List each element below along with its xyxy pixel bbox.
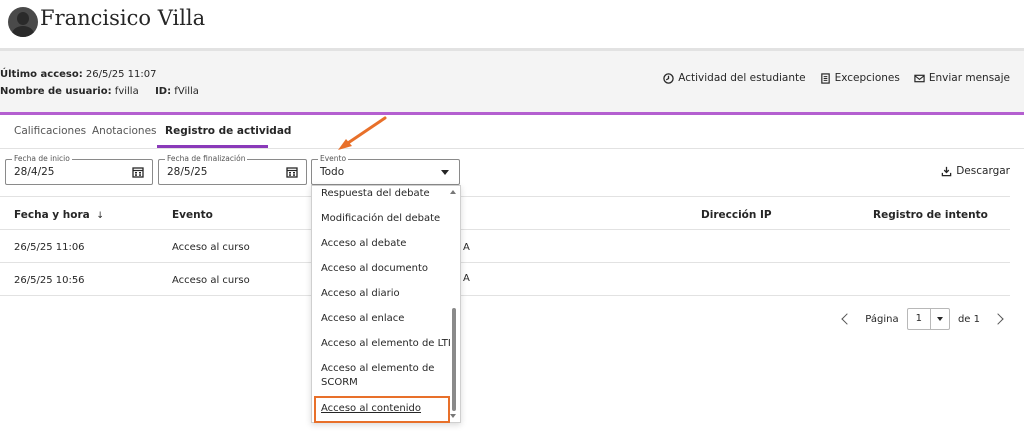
user-name: Francisico Villa xyxy=(40,6,206,30)
last-access-value: 26/5/25 11:07 xyxy=(85,69,157,80)
dropdown-option[interactable]: Acceso al debate xyxy=(321,237,406,251)
highlight-annotation-box xyxy=(314,396,450,423)
document-list-icon xyxy=(820,72,830,84)
chevron-down-icon xyxy=(441,170,449,175)
dropdown-option[interactable]: Acceso al documento xyxy=(321,262,428,276)
tab-activity-log[interactable]: Registro de actividad xyxy=(165,125,291,137)
username-value: fvilla xyxy=(114,86,139,97)
col-attempt-header: Registro de intento xyxy=(873,209,988,221)
cell-trailing: A xyxy=(463,273,470,284)
dropdown-option[interactable]: Acceso al enlace xyxy=(321,312,404,326)
cell-event: Acceso al curso xyxy=(172,275,250,286)
table-header: Fecha y hora ↓ Evento Dirección IP Regis… xyxy=(0,196,1010,230)
send-message-label: Enviar mensaje xyxy=(928,72,1010,84)
chevron-left-icon[interactable] xyxy=(841,313,853,325)
dropdown-option[interactable]: Acceso al elemento de LTI xyxy=(321,337,451,351)
student-activity-label: Actividad del estudiante xyxy=(678,72,806,84)
avatar xyxy=(8,7,38,37)
event-dropdown-menu: Respuesta del debate Modificación del de… xyxy=(311,185,461,423)
start-date-field[interactable]: Fecha de inicio 28/4/25 xyxy=(5,154,153,185)
dropdown-option[interactable]: Modificación del debate xyxy=(321,212,440,226)
id-value: fVilla xyxy=(174,86,199,97)
id-label: ID: xyxy=(155,86,172,97)
calendar-icon[interactable] xyxy=(132,166,144,178)
pagination: Página 1 de 1 xyxy=(841,308,1004,330)
exceptions-button[interactable]: Excepciones xyxy=(820,72,900,84)
header-actions: Actividad del estudiante Excepciones Env… xyxy=(663,72,1010,84)
cell-datetime: 26/5/25 10:56 xyxy=(14,275,85,286)
tab-grades[interactable]: Calificaciones xyxy=(14,125,86,137)
page-select[interactable]: 1 xyxy=(906,308,950,330)
last-access-line: Último acceso: 26/5/25 11:07 xyxy=(0,69,156,80)
cell-event: Acceso al curso xyxy=(172,242,250,253)
envelope-icon xyxy=(914,74,925,82)
exceptions-label: Excepciones xyxy=(834,72,900,84)
page-header: Francisico Villa xyxy=(0,0,1024,48)
username-label: Nombre de usuario: xyxy=(0,86,112,97)
clock-icon xyxy=(663,72,674,84)
download-icon xyxy=(941,166,952,176)
col-ip-header: Dirección IP xyxy=(701,209,772,221)
page-number: 1 xyxy=(908,309,931,329)
chevron-right-icon[interactable] xyxy=(992,313,1004,325)
student-activity-button[interactable]: Actividad del estudiante xyxy=(663,72,806,84)
table-row: 26/5/25 10:56 Acceso al curso A xyxy=(0,263,1010,296)
last-access-label: Último acceso: xyxy=(0,69,83,80)
end-date-field[interactable]: Fecha de finalización 28/5/25 xyxy=(158,154,307,185)
dropdown-option[interactable]: Acceso al elemento de SCORM xyxy=(321,362,434,390)
chevron-down-icon xyxy=(931,317,949,321)
send-message-button[interactable]: Enviar mensaje xyxy=(914,72,1010,84)
end-date-value: 28/5/25 xyxy=(167,166,208,178)
active-tab-indicator xyxy=(157,145,268,148)
user-info-bar: Último acceso: 26/5/25 11:07 Nombre de u… xyxy=(0,51,1024,112)
scroll-down-icon[interactable] xyxy=(450,414,456,418)
col-datetime-header[interactable]: Fecha y hora ↓ xyxy=(14,209,104,221)
col-event-header: Evento xyxy=(172,209,213,221)
scroll-up-icon[interactable] xyxy=(450,190,456,194)
dropdown-option[interactable]: Acceso al diario xyxy=(321,287,400,301)
calendar-icon[interactable] xyxy=(286,166,298,178)
username-line: Nombre de usuario: fvilla ID: fVilla xyxy=(0,86,199,97)
cell-datetime: 26/5/25 11:06 xyxy=(14,242,85,253)
table-row: 26/5/25 11:06 Acceso al curso A xyxy=(0,230,1010,263)
tab-bar: Calificaciones Anotaciones Registro de a… xyxy=(0,115,1024,149)
event-value: Todo xyxy=(320,166,345,178)
annotation-arrow-icon xyxy=(338,116,387,150)
dropdown-option[interactable]: Respuesta del debate xyxy=(321,187,430,201)
event-select[interactable]: Evento Todo xyxy=(311,154,460,185)
download-label: Descargar xyxy=(956,165,1010,177)
dropdown-scrollbar[interactable] xyxy=(452,308,456,411)
page-of-label: de 1 xyxy=(957,313,980,325)
tab-annotations[interactable]: Anotaciones xyxy=(92,125,157,137)
start-date-value: 28/4/25 xyxy=(14,166,55,178)
page-label: Página xyxy=(865,313,899,325)
download-button[interactable]: Descargar xyxy=(941,165,1010,177)
start-date-label: Fecha de inicio xyxy=(12,154,72,163)
sort-arrow-icon: ↓ xyxy=(96,211,104,221)
end-date-label: Fecha de finalización xyxy=(165,154,248,163)
cell-trailing: A xyxy=(463,242,470,253)
